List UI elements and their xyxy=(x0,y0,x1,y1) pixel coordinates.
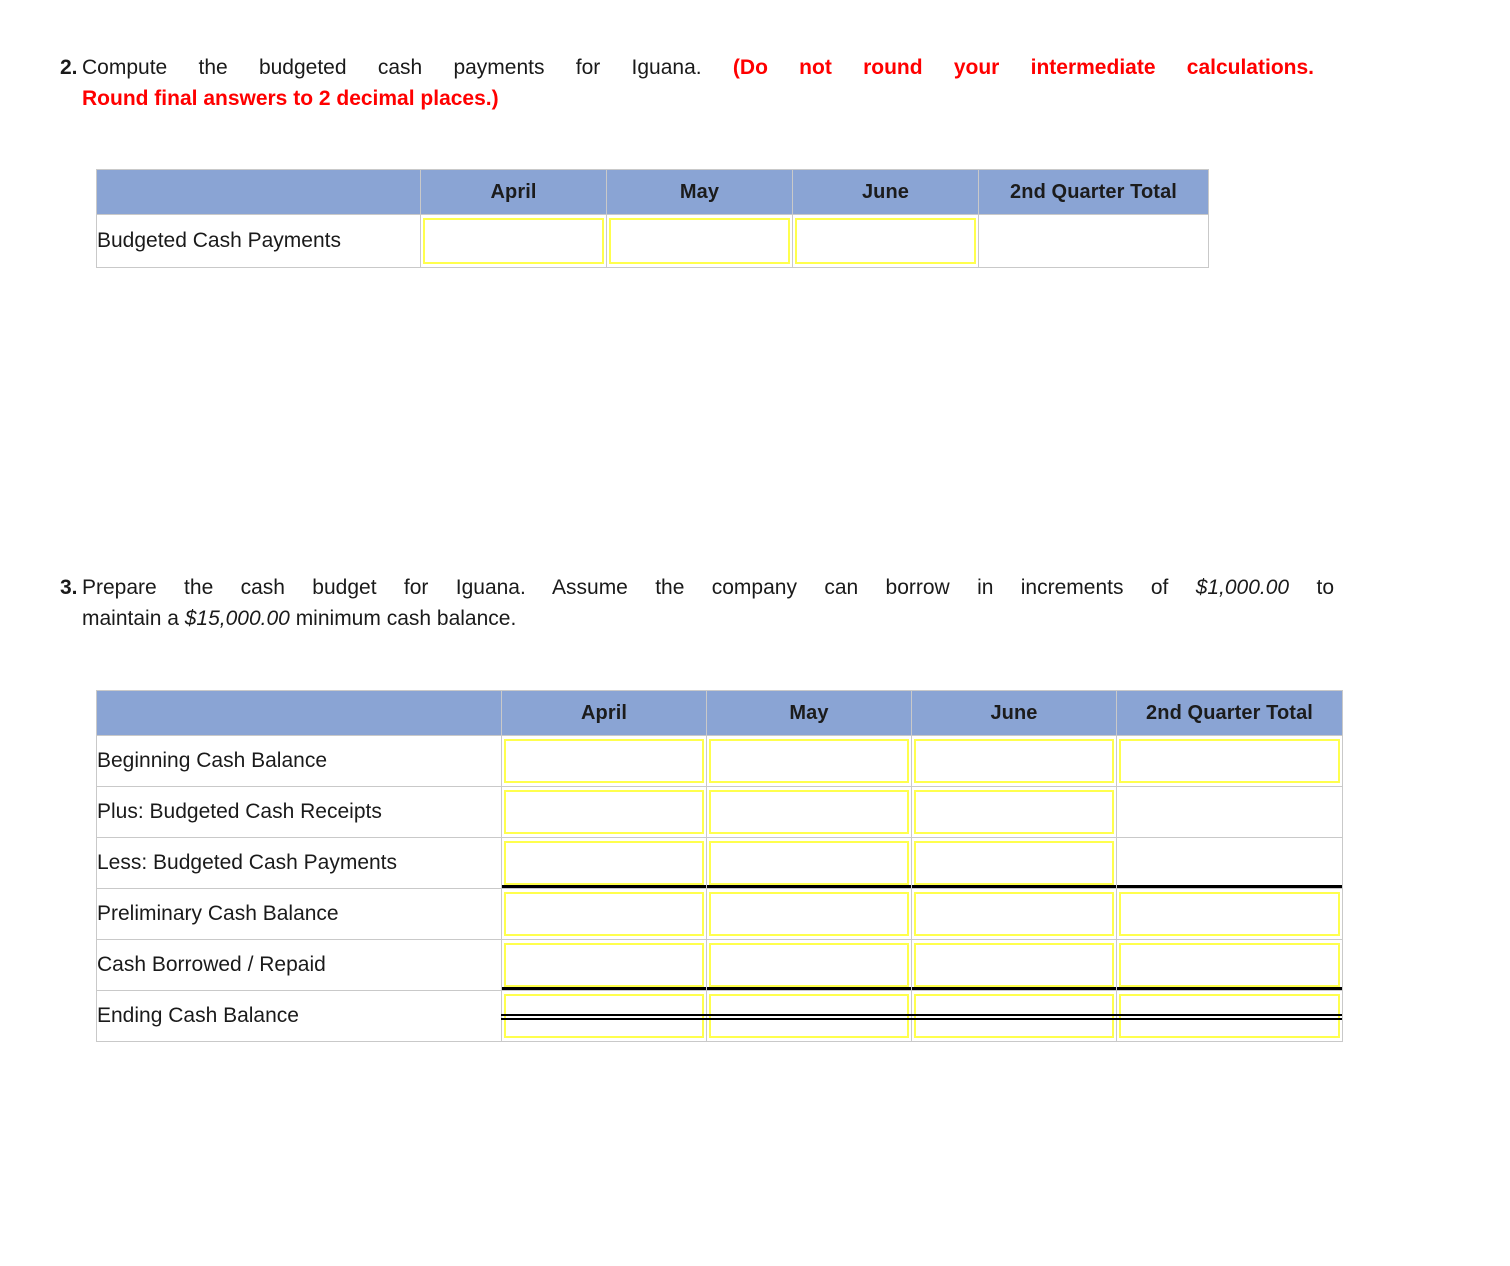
input-beginning-cash-balance-june[interactable] xyxy=(914,739,1114,783)
question-2-instruction-line-1: (Do not round your intermediate calculat… xyxy=(732,56,1314,79)
question-3-prompt-part-1: Prepare the cash budget for Iguana. Assu… xyxy=(82,576,1169,599)
input-budgeted-cash-receipts-may[interactable] xyxy=(709,790,909,834)
question-2-text: Compute the budgeted cash payments for I… xyxy=(82,52,1314,114)
cash-budget-closing-double-rule xyxy=(501,1014,1342,1020)
table2-header-april: April xyxy=(501,690,707,736)
input-budgeted-cash-receipts-april[interactable] xyxy=(504,790,704,834)
input-beginning-cash-balance-may[interactable] xyxy=(709,739,909,783)
table1-header-june: June xyxy=(792,169,979,215)
question-3-text: Prepare the cash budget for Iguana. Assu… xyxy=(82,572,1334,634)
table1-header-corner xyxy=(96,169,421,215)
question-2-block: 2. Compute the budgeted cash payments fo… xyxy=(44,52,1314,114)
table2-cell-borrowed-april[interactable] xyxy=(501,939,707,991)
table1-header-may: May xyxy=(606,169,793,215)
table-row: Less: Budgeted Cash Payments xyxy=(96,837,1343,889)
table-row: Preliminary Cash Balance xyxy=(96,888,1343,940)
table2-header-quarter-total: 2nd Quarter Total xyxy=(1116,690,1343,736)
table2-header-may: May xyxy=(706,690,912,736)
table2-cell-preliminary-june[interactable] xyxy=(911,888,1117,940)
table2-cell-beginning-june[interactable] xyxy=(911,735,1117,787)
table2-row-label-ending-cash-balance: Ending Cash Balance xyxy=(96,990,502,1042)
table-header-row: April May June 2nd Quarter Total xyxy=(96,169,1209,215)
table-row: Beginning Cash Balance xyxy=(96,735,1343,787)
table1-cell-june[interactable] xyxy=(792,214,979,268)
budgeted-cash-payments-table: April May June 2nd Quarter Total Budgete… xyxy=(96,169,1209,268)
table2-cell-payments-april[interactable] xyxy=(501,837,707,889)
table-row: Plus: Budgeted Cash Receipts xyxy=(96,786,1343,838)
input-budgeted-cash-payments-may[interactable] xyxy=(609,218,790,264)
table2-cell-payments-quarter-total xyxy=(1116,837,1343,889)
cash-budget-table: April May June 2nd Quarter Total Beginni… xyxy=(96,690,1343,1042)
table2-cell-beginning-may[interactable] xyxy=(706,735,912,787)
question-3-prompt-part-3: maintain a xyxy=(82,607,179,630)
table2-row-label-plus-budgeted-cash-receipts: Plus: Budgeted Cash Receipts xyxy=(96,786,502,838)
input-preliminary-cash-balance-quarter-total[interactable] xyxy=(1119,892,1340,936)
table2-cell-beginning-april[interactable] xyxy=(501,735,707,787)
table2-cell-preliminary-may[interactable] xyxy=(706,888,912,940)
table1-header-quarter-total: 2nd Quarter Total xyxy=(978,169,1209,215)
table2-cell-beginning-quarter-total[interactable] xyxy=(1116,735,1343,787)
input-preliminary-cash-balance-june[interactable] xyxy=(914,892,1114,936)
table2-cell-borrowed-may[interactable] xyxy=(706,939,912,991)
question-3-number: 3. xyxy=(60,576,78,599)
table-row: Budgeted Cash Payments xyxy=(96,214,1209,268)
input-budgeted-cash-payments-row-april[interactable] xyxy=(504,841,704,885)
input-beginning-cash-balance-quarter-total[interactable] xyxy=(1119,739,1340,783)
input-cash-borrowed-repaid-june[interactable] xyxy=(914,943,1114,987)
question-3-minimum-balance: $15,000.00 xyxy=(184,607,290,630)
input-cash-borrowed-repaid-april[interactable] xyxy=(504,943,704,987)
table2-header-corner xyxy=(96,690,502,736)
table-row: Cash Borrowed / Repaid xyxy=(96,939,1343,991)
question-3-borrow-increment: $1,000.00 xyxy=(1195,576,1290,599)
question-3-prompt-part-2: to xyxy=(1316,576,1334,599)
question-2-number: 2. xyxy=(60,56,78,79)
input-budgeted-cash-payments-row-may[interactable] xyxy=(709,841,909,885)
question-3-block: 3. Prepare the cash budget for Iguana. A… xyxy=(44,572,1334,634)
input-budgeted-cash-receipts-june[interactable] xyxy=(914,790,1114,834)
input-budgeted-cash-payments-april[interactable] xyxy=(423,218,604,264)
table2-cell-preliminary-quarter-total[interactable] xyxy=(1116,888,1343,940)
question-2-instruction-line-2: Round final answers to 2 decimal places.… xyxy=(82,87,499,110)
table1-header-april: April xyxy=(420,169,607,215)
table2-row-label-beginning-cash-balance: Beginning Cash Balance xyxy=(96,735,502,787)
table-header-row: April May June 2nd Quarter Total xyxy=(96,690,1343,736)
table2-cell-receipts-may[interactable] xyxy=(706,786,912,838)
table1-row-label-budgeted-cash-payments: Budgeted Cash Payments xyxy=(96,214,421,268)
question-3-prompt-part-4: minimum cash balance. xyxy=(295,607,517,630)
table2-cell-receipts-june[interactable] xyxy=(911,786,1117,838)
table2-cell-payments-may[interactable] xyxy=(706,837,912,889)
input-budgeted-cash-payments-june[interactable] xyxy=(795,218,976,264)
input-cash-borrowed-repaid-may[interactable] xyxy=(709,943,909,987)
input-budgeted-cash-payments-row-june[interactable] xyxy=(914,841,1114,885)
table2-cell-payments-june[interactable] xyxy=(911,837,1117,889)
input-preliminary-cash-balance-april[interactable] xyxy=(504,892,704,936)
input-beginning-cash-balance-april[interactable] xyxy=(504,739,704,783)
table1-cell-quarter-total xyxy=(978,214,1209,268)
table2-cell-receipts-quarter-total xyxy=(1116,786,1343,838)
table1-cell-april[interactable] xyxy=(420,214,607,268)
input-cash-borrowed-repaid-quarter-total[interactable] xyxy=(1119,943,1340,987)
table1-cell-may[interactable] xyxy=(606,214,793,268)
table2-cell-borrowed-june[interactable] xyxy=(911,939,1117,991)
table2-row-label-cash-borrowed-repaid: Cash Borrowed / Repaid xyxy=(96,939,502,991)
table2-row-label-less-budgeted-cash-payments: Less: Budgeted Cash Payments xyxy=(96,837,502,889)
table2-cell-receipts-april[interactable] xyxy=(501,786,707,838)
input-preliminary-cash-balance-may[interactable] xyxy=(709,892,909,936)
question-2-prompt: Compute the budgeted cash payments for I… xyxy=(82,56,702,79)
table2-header-june: June xyxy=(911,690,1117,736)
table2-cell-preliminary-april[interactable] xyxy=(501,888,707,940)
table2-row-label-preliminary-cash-balance: Preliminary Cash Balance xyxy=(96,888,502,940)
table2-cell-borrowed-quarter-total[interactable] xyxy=(1116,939,1343,991)
